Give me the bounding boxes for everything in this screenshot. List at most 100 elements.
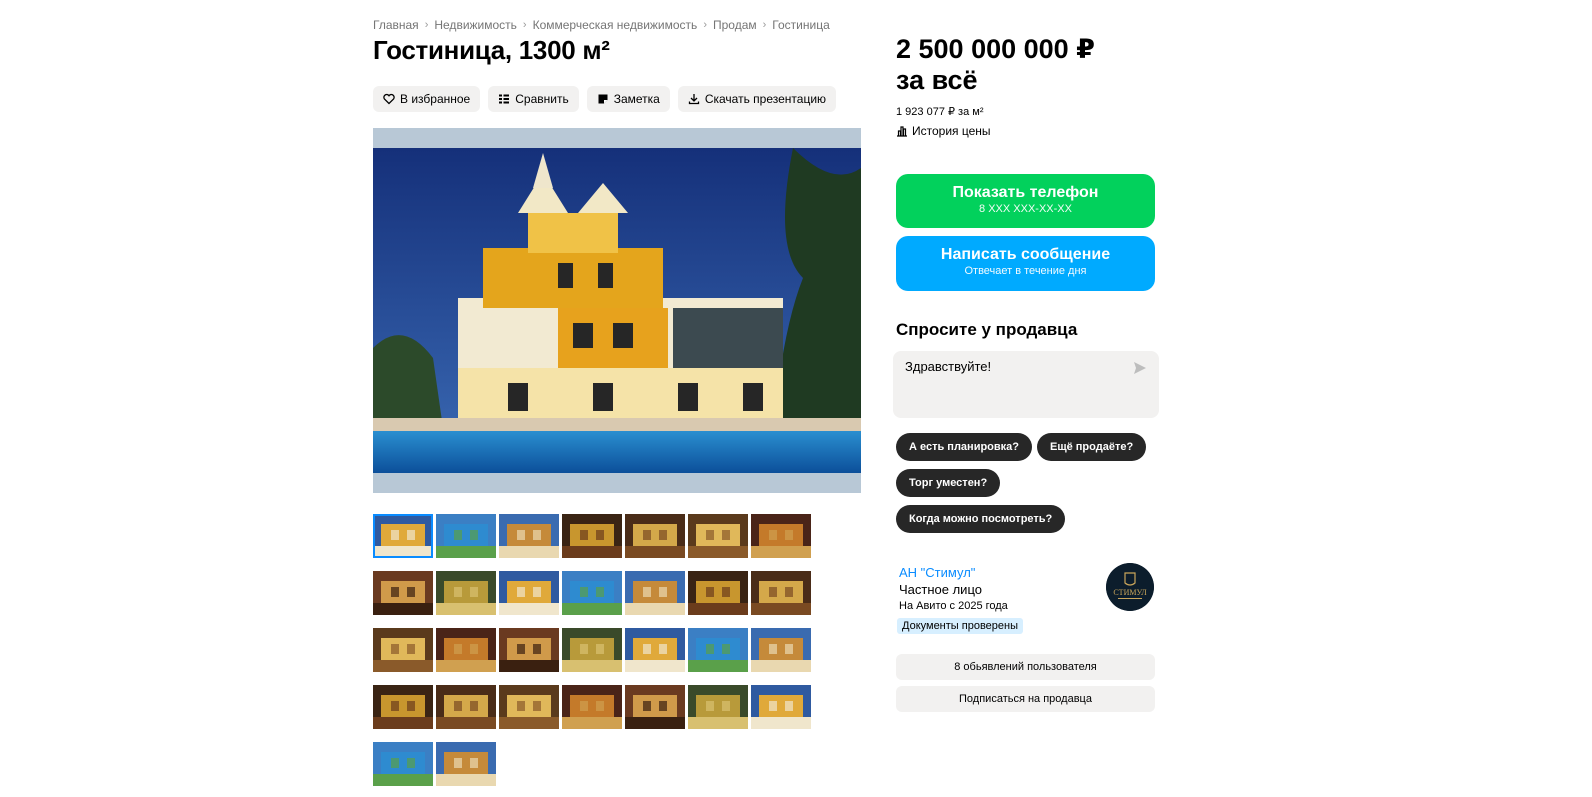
breadcrumb-separator: › [522, 19, 527, 31]
photo-thumbnail[interactable] [436, 514, 496, 558]
thumbnail-image [373, 514, 433, 558]
breadcrumb-link[interactable]: Продам [713, 18, 757, 32]
photo-thumbnail[interactable] [436, 742, 496, 786]
thumbnail-image [373, 742, 433, 786]
photo-thumbnail[interactable] [436, 571, 496, 615]
page-title: Гостиница, 1300 м² [373, 35, 610, 65]
photo-thumbnail[interactable] [751, 571, 811, 615]
price-history-link[interactable]: История цены [896, 124, 991, 138]
thumbnail-image [499, 628, 559, 672]
show-phone-label: Показать телефон [952, 184, 1099, 201]
seller-type: Частное лицо [899, 582, 982, 597]
seller-avatar[interactable]: СТИМУЛ [1106, 563, 1154, 611]
message-input-value: Здравствуйте! [905, 359, 992, 374]
photo-thumbnail[interactable] [625, 571, 685, 615]
breadcrumb-link[interactable]: Гостиница [772, 18, 829, 32]
photo-thumbnail[interactable] [688, 628, 748, 672]
show-phone-button[interactable]: Показать телефон 8 XXX XXX-XX-XX [896, 174, 1155, 228]
compare-label: Сравнить [515, 92, 569, 106]
photo-thumbnail[interactable] [625, 514, 685, 558]
thumbnail-image [436, 742, 496, 786]
thumbnail-image [751, 685, 811, 729]
hotel-photo [373, 128, 861, 493]
favorite-label: В избранное [400, 92, 471, 106]
thumbnail-image [436, 685, 496, 729]
photo-thumbnail[interactable] [499, 571, 559, 615]
ask-seller-title: Спросите у продавца [896, 320, 1078, 339]
photo-thumbnail[interactable] [562, 571, 622, 615]
price-suffix: за всё [896, 65, 978, 95]
quick-question-chip[interactable]: Ещё продаёте? [1037, 433, 1147, 461]
price-per-meter: 1 923 077 ₽ за м² [896, 106, 984, 118]
seller-since: На Авито с 2025 года [899, 600, 1008, 612]
photo-thumbnail[interactable] [499, 685, 559, 729]
photo-thumbnail[interactable] [562, 514, 622, 558]
photo-thumbnail[interactable] [688, 685, 748, 729]
seller-logo-text: СТИМУЛ [1113, 588, 1147, 597]
seller-name-link[interactable]: АН "Стимул" [899, 565, 975, 580]
photo-thumbnail[interactable] [751, 685, 811, 729]
thumbnail-image [373, 685, 433, 729]
seller-listings-button[interactable]: 8 обьявлений пользователя [896, 654, 1155, 680]
phone-mask: 8 XXX XXX-XX-XX [979, 203, 1072, 215]
subscribe-seller-button[interactable]: Подписаться на продавца [896, 686, 1155, 712]
photo-thumbnail[interactable] [373, 742, 433, 786]
photo-thumbnail[interactable] [373, 571, 433, 615]
quick-question-chip[interactable]: А есть планировка? [896, 433, 1032, 461]
write-message-button[interactable]: Написать сообщение Отвечает в течение дн… [896, 236, 1155, 291]
photo-thumbnail[interactable] [625, 628, 685, 672]
photo-thumbnail[interactable] [688, 571, 748, 615]
thumbnail-image [688, 628, 748, 672]
thumbnail-image [751, 514, 811, 558]
favorite-button[interactable]: В избранное [373, 86, 481, 112]
breadcrumb: Главная › Недвижимость › Коммерческая недв… [373, 18, 830, 32]
photo-thumbnail[interactable] [751, 628, 811, 672]
note-button[interactable]: Заметка [586, 86, 670, 112]
compare-button[interactable]: Сравнить [488, 86, 579, 112]
breadcrumb-link[interactable]: Недвижимость [434, 18, 517, 32]
photo-thumbnail[interactable] [373, 514, 433, 558]
documents-verified-badge: Документы проверены [897, 618, 1024, 634]
price-amount: 2 500 000 000 ₽ [896, 34, 1095, 64]
photo-thumbnail[interactable] [688, 514, 748, 558]
photo-thumbnail[interactable] [373, 628, 433, 672]
photo-thumbnail[interactable] [562, 628, 622, 672]
thumbnail-image [373, 628, 433, 672]
thumbnail-image [436, 514, 496, 558]
message-input[interactable]: Здравствуйте! [893, 351, 1159, 418]
thumbnail-image [499, 685, 559, 729]
heart-icon [383, 93, 395, 105]
main-photo[interactable] [373, 128, 861, 493]
breadcrumb-link[interactable]: Главная [373, 18, 419, 32]
breadcrumb-separator: › [424, 19, 429, 31]
thumbnail-image [562, 514, 622, 558]
thumbnail-image [562, 571, 622, 615]
price-history-label: История цены [912, 124, 991, 138]
quick-question-chip[interactable]: Когда можно посмотреть? [896, 505, 1066, 533]
photo-thumbnail[interactable] [436, 628, 496, 672]
photo-thumbnail[interactable] [562, 685, 622, 729]
thumbnail-image [625, 571, 685, 615]
photo-thumbnail[interactable] [625, 685, 685, 729]
photo-thumbnail[interactable] [436, 685, 496, 729]
send-icon[interactable] [1133, 361, 1147, 375]
photo-thumbnail[interactable] [499, 628, 559, 672]
thumbnail-image [625, 514, 685, 558]
photo-thumbnail[interactable] [751, 514, 811, 558]
breadcrumb-separator: › [703, 19, 707, 31]
thumbnail-image [499, 514, 559, 558]
download-icon [688, 94, 699, 105]
breadcrumb-link[interactable]: Коммерческая недвижимость [533, 18, 698, 32]
thumbnail-image [562, 685, 622, 729]
thumbnail-image [562, 628, 622, 672]
photo-thumbnail[interactable] [499, 514, 559, 558]
write-message-label: Написать сообщение [940, 246, 1111, 263]
breadcrumb-separator: › [762, 19, 767, 31]
thumbnail-image [688, 571, 748, 615]
quick-question-chip[interactable]: Торг уместен? [896, 469, 1001, 497]
thumbnail-image [436, 628, 496, 672]
photo-thumbnail[interactable] [373, 685, 433, 729]
note-label: Заметка [613, 92, 660, 106]
seller-logo: СТИМУЛ [1106, 563, 1154, 611]
download-presentation-button[interactable]: Скачать презентацию [677, 86, 837, 112]
